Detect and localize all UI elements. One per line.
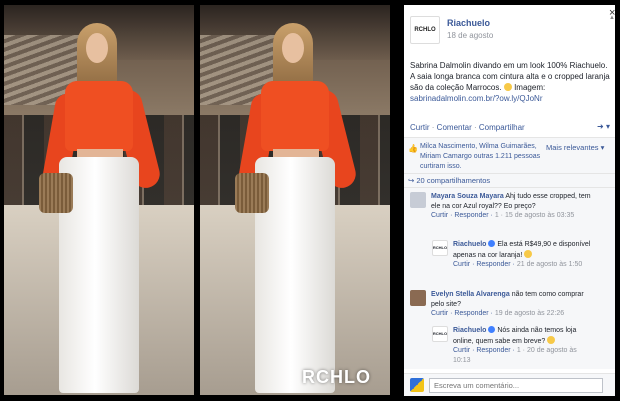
comment-like-link[interactable]: Curtir [431, 212, 448, 219]
comment-meta-text: 19 de agosto às 22:26 [494, 310, 565, 317]
post-actions: Curtir · Comentar · Compartilhar ➜ ▾ [410, 122, 610, 132]
post-text: Sabrina Dalmolin divando em um look 100%… [410, 60, 610, 104]
smile-emoji-icon [547, 335, 556, 344]
comment-meta: Curtir · Responder · 1 · 20 de agosto às… [453, 347, 577, 364]
smile-emoji-icon [503, 83, 512, 91]
comment-meta-text: 1 · 20 de agosto às 10:13 [453, 347, 577, 364]
model-photo-right[interactable] [200, 5, 390, 395]
comment-body: Riachuelo Ela está R$49,90 e disponível … [453, 240, 593, 270]
separator: · [471, 123, 479, 132]
model-photo-left[interactable] [4, 5, 194, 395]
comment-reply-link[interactable]: Responder [454, 212, 488, 219]
comment-author[interactable]: Riachuelo [453, 327, 486, 334]
verified-badge-icon [488, 240, 496, 247]
thumbs-up-icon: 👍 [408, 144, 418, 153]
fringe-bag [39, 173, 73, 213]
likes-summary: 👍 Milca Nascimento, Wilma Guimarães, Mir… [404, 137, 615, 173]
comment-body: Mayara Souza Mayara Ahj tudo esse croppe… [431, 192, 591, 221]
orange-cropped-top [261, 81, 329, 151]
smile-emoji-icon [524, 249, 533, 258]
comment-input[interactable] [429, 378, 603, 393]
verified-badge-icon [488, 326, 496, 333]
comment-reply-link[interactable]: Responder [476, 261, 510, 268]
share-icon: ↪ [408, 176, 415, 185]
photo-area: RCHLO [0, 0, 400, 401]
scroll-up-icon[interactable]: ▲ [609, 15, 615, 21]
model-figure [39, 23, 163, 393]
comment-reply-link[interactable]: Responder [476, 347, 510, 354]
brand-watermark: RCHLO [302, 367, 371, 387]
sort-comments-dropdown[interactable]: Mais relevantes ▾ [546, 143, 604, 152]
fringe-bag [235, 173, 269, 213]
user-avatar [410, 378, 424, 392]
comment-like-link[interactable]: Curtir [431, 310, 448, 317]
comment-like-link[interactable]: Curtir [453, 261, 470, 268]
comment-author[interactable]: Riachuelo [453, 241, 486, 248]
face [282, 33, 304, 63]
commenter-avatar[interactable] [410, 290, 426, 306]
face [86, 33, 108, 63]
shares-count[interactable]: ↪ 20 compartilhamentos [404, 173, 615, 187]
comment-like-link[interactable]: Curtir [453, 347, 470, 354]
share-button[interactable]: Compartilhar [479, 123, 525, 132]
post-header: RCHLO Riachuelo 18 de agosto [410, 16, 610, 46]
comment-reply-link[interactable]: Responder [454, 310, 488, 317]
model-figure [235, 23, 359, 393]
comment-author[interactable]: Evelyn Stella Alvarenga [431, 291, 510, 298]
post-panel: × RCHLO Riachuelo 18 de agosto Sabrina D… [404, 5, 615, 396]
page-avatar[interactable]: RCHLO [410, 16, 440, 44]
comment-meta-text: 21 de agosto às 1:50 [516, 261, 583, 268]
comment-meta: Curtir · Responder · 19 de agosto às 22:… [431, 310, 565, 317]
comment-composer [404, 373, 615, 396]
likes-text: Milca Nascimento, Wilma Guimarães, Miria… [420, 142, 548, 172]
comment-body: Riachuelo Nós ainda não temos loja onlin… [453, 326, 593, 365]
share-options-icon[interactable]: ➜ ▾ [597, 122, 610, 131]
like-button[interactable]: Curtir [410, 123, 430, 132]
comment-button[interactable]: Comentar [437, 123, 472, 132]
shares-label: 20 compartilhamentos [416, 176, 491, 185]
post-date[interactable]: 18 de agosto [447, 31, 493, 40]
comment-meta-text: 1 · 15 de agosto às 03:35 [494, 212, 575, 219]
comment-meta: Curtir · Responder · 1 · 15 de agosto às… [431, 212, 575, 219]
page-reply-avatar[interactable]: RCHLO [432, 240, 448, 256]
comment-body: Evelyn Stella Alvarenga não tem como com… [431, 290, 591, 319]
comment-author[interactable]: Mayara Souza Mayara [431, 193, 504, 200]
comment-meta: Curtir · Responder · 21 de agosto às 1:5… [453, 261, 583, 268]
orange-cropped-top [65, 81, 133, 151]
post-link[interactable]: sabrinadalmolin.com.br/?ow.ly/QJoNr [410, 94, 543, 103]
image-credit-label: Imagem: [514, 83, 546, 92]
page-reply-avatar[interactable]: RCHLO [432, 326, 448, 342]
page-name-link[interactable]: Riachuelo [447, 18, 490, 28]
commenter-avatar[interactable] [410, 192, 426, 208]
separator: · [429, 123, 437, 132]
comments-list: Mayara Souza Mayara Ahj tudo esse croppe… [404, 187, 615, 369]
